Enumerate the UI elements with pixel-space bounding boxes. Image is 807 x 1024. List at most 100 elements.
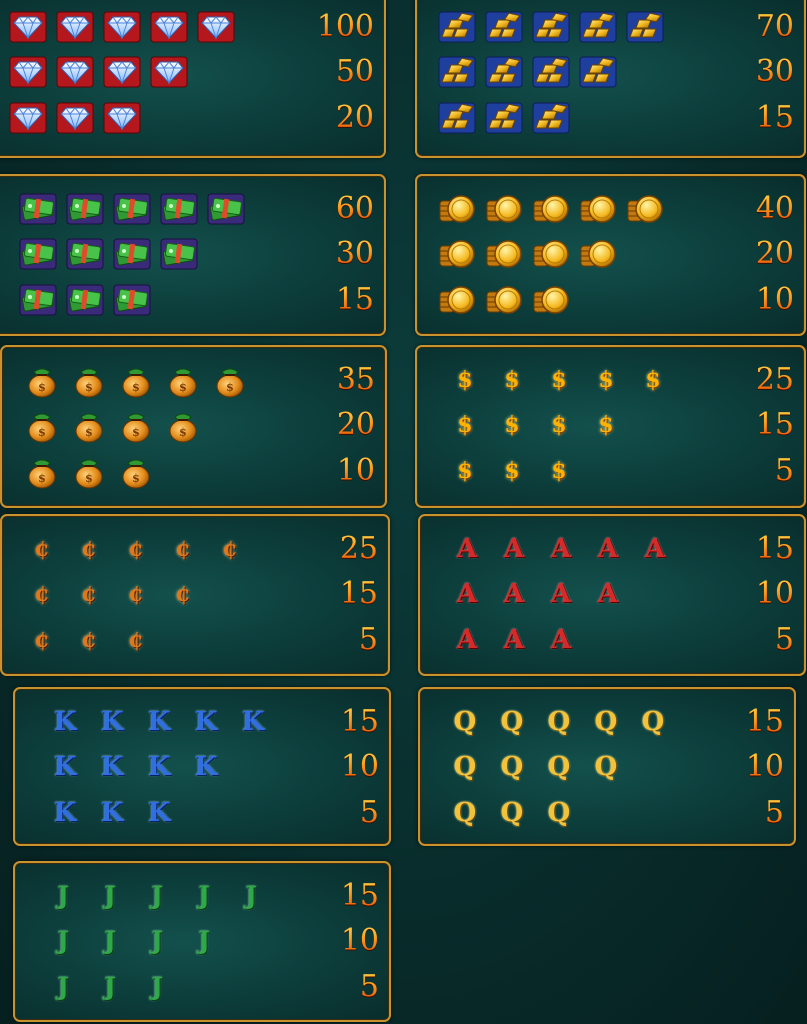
cent-sign-icon: ¢ xyxy=(116,529,156,569)
letter-a-icon: A xyxy=(588,574,628,614)
payout-value: 5 xyxy=(359,795,379,830)
payout-value: 40 xyxy=(755,191,794,226)
cent-sign-icon: ¢ xyxy=(22,529,62,569)
payout-row: $ $ $ $ $25 xyxy=(417,360,804,400)
gold-bars-icon xyxy=(484,98,524,138)
letter-q-icon: Q xyxy=(539,747,579,787)
money-bag-icon: $ xyxy=(69,360,109,400)
letter-q-glyph: Q xyxy=(641,707,665,737)
dollar-sign-glyph: $ xyxy=(551,458,567,484)
letter-k-icon: K xyxy=(139,747,179,787)
cent-sign-glyph: ¢ xyxy=(128,627,144,653)
gold-bars-icon xyxy=(484,52,524,92)
letter-k-icon: K xyxy=(139,702,179,742)
paytable-panel-diamond: 100 50 20 xyxy=(0,0,386,158)
payout-row: KKK5 xyxy=(15,793,389,833)
payout-value: 15 xyxy=(335,282,374,317)
letter-a-glyph: A xyxy=(550,534,572,564)
letter-q-icon: Q xyxy=(492,702,532,742)
letter-k-icon: K xyxy=(92,702,132,742)
diamond-icon xyxy=(149,7,189,47)
payout-value: 35 xyxy=(336,362,375,397)
letter-j-glyph: J xyxy=(104,926,116,955)
letter-q-glyph: Q xyxy=(500,707,524,737)
letter-a-glyph: A xyxy=(503,534,525,564)
letter-q-glyph: Q xyxy=(547,752,571,782)
letter-j-icon: J xyxy=(231,876,271,916)
coin-stack-icon xyxy=(531,234,571,274)
payout-row: $ $ $ $20 xyxy=(2,405,385,445)
letter-j-glyph: J xyxy=(104,881,116,910)
letter-k-icon: K xyxy=(139,793,179,833)
paytable-panel-gold-bars: 70 30 15 xyxy=(415,0,806,158)
letter-k-icon: K xyxy=(45,747,85,787)
cent-sign-icon: ¢ xyxy=(116,620,156,660)
gold-bars-icon xyxy=(578,7,618,47)
diamond-icon xyxy=(8,52,48,92)
money-bag-icon: $ xyxy=(210,360,250,400)
diamond-icon xyxy=(196,7,236,47)
coin-stack-icon xyxy=(484,234,524,274)
cent-sign-glyph: ¢ xyxy=(34,627,50,653)
cent-sign-icon: ¢ xyxy=(69,574,109,614)
paytable-panel-queen: Q Q Q Q Q 15 Q Q Q Q 10 Q Q Q 5 xyxy=(418,687,796,846)
cent-sign-glyph: ¢ xyxy=(128,581,144,607)
letter-a-glyph: A xyxy=(456,579,478,609)
letter-a-icon: A xyxy=(541,529,581,569)
letter-j-icon: J xyxy=(43,967,83,1007)
payout-value: 50 xyxy=(335,54,374,89)
letter-j-icon: J xyxy=(137,921,177,961)
letter-q-glyph: Q xyxy=(500,798,524,828)
svg-text:$: $ xyxy=(38,381,46,394)
payout-row: AAA5 xyxy=(420,620,804,660)
payout-value: 10 xyxy=(755,282,794,317)
payout-row: J J J 5 xyxy=(15,967,389,1007)
diamond-icon xyxy=(55,52,95,92)
cent-sign-icon: ¢ xyxy=(69,529,109,569)
gold-bars-icon xyxy=(437,7,477,47)
letter-k-glyph: K xyxy=(100,798,124,828)
coin-stack-icon xyxy=(578,189,618,229)
letter-j-glyph: J xyxy=(245,881,257,910)
payout-row: Q Q Q Q 10 xyxy=(420,747,794,787)
letter-k-icon: K xyxy=(233,702,273,742)
letter-a-glyph: A xyxy=(456,534,478,564)
dollar-sign-icon: $ xyxy=(633,360,673,400)
payout-value: 20 xyxy=(335,100,374,135)
letter-q-icon: Q xyxy=(492,747,532,787)
dollar-sign-icon: $ xyxy=(492,451,532,491)
letter-k-icon: K xyxy=(45,793,85,833)
payout-value: 100 xyxy=(316,9,374,44)
payout-row: QQQ5 xyxy=(420,793,794,833)
payout-value: 30 xyxy=(335,236,374,271)
dollar-sign-icon: $ xyxy=(586,405,626,445)
payout-value: 15 xyxy=(755,100,794,135)
cash-stack-icon xyxy=(18,234,58,274)
payout-value: 15 xyxy=(340,878,379,913)
money-bag-icon: $ xyxy=(22,405,62,445)
letter-q-glyph: Q xyxy=(453,707,477,737)
letter-a-glyph: A xyxy=(503,579,525,609)
letter-k-glyph: K xyxy=(100,752,124,782)
letter-j-glyph: J xyxy=(57,926,69,955)
dollar-sign-icon: $ xyxy=(445,405,485,445)
svg-text:$: $ xyxy=(38,472,46,485)
cent-sign-glyph: ¢ xyxy=(81,627,97,653)
gold-bars-icon xyxy=(531,98,571,138)
payout-value: 5 xyxy=(358,622,378,657)
letter-q-icon: Q xyxy=(445,793,485,833)
money-bag-icon: $ xyxy=(69,405,109,445)
paytable-panel-jack: J J J J J 15 J J J J 10 J J J 5 xyxy=(13,861,391,1022)
letter-j-icon: J xyxy=(137,967,177,1007)
cent-sign-icon: ¢ xyxy=(163,529,203,569)
money-bag-icon: $ xyxy=(163,405,203,445)
letter-q-icon: Q xyxy=(586,702,626,742)
dollar-sign-icon: $ xyxy=(445,360,485,400)
cent-sign-glyph: ¢ xyxy=(175,536,191,562)
letter-q-glyph: Q xyxy=(547,798,571,828)
coin-stack-icon xyxy=(437,189,477,229)
payout-row: A A A A 10 xyxy=(420,574,804,614)
letter-j-glyph: J xyxy=(151,926,163,955)
cash-stack-icon xyxy=(18,189,58,229)
letter-j-icon: J xyxy=(184,876,224,916)
